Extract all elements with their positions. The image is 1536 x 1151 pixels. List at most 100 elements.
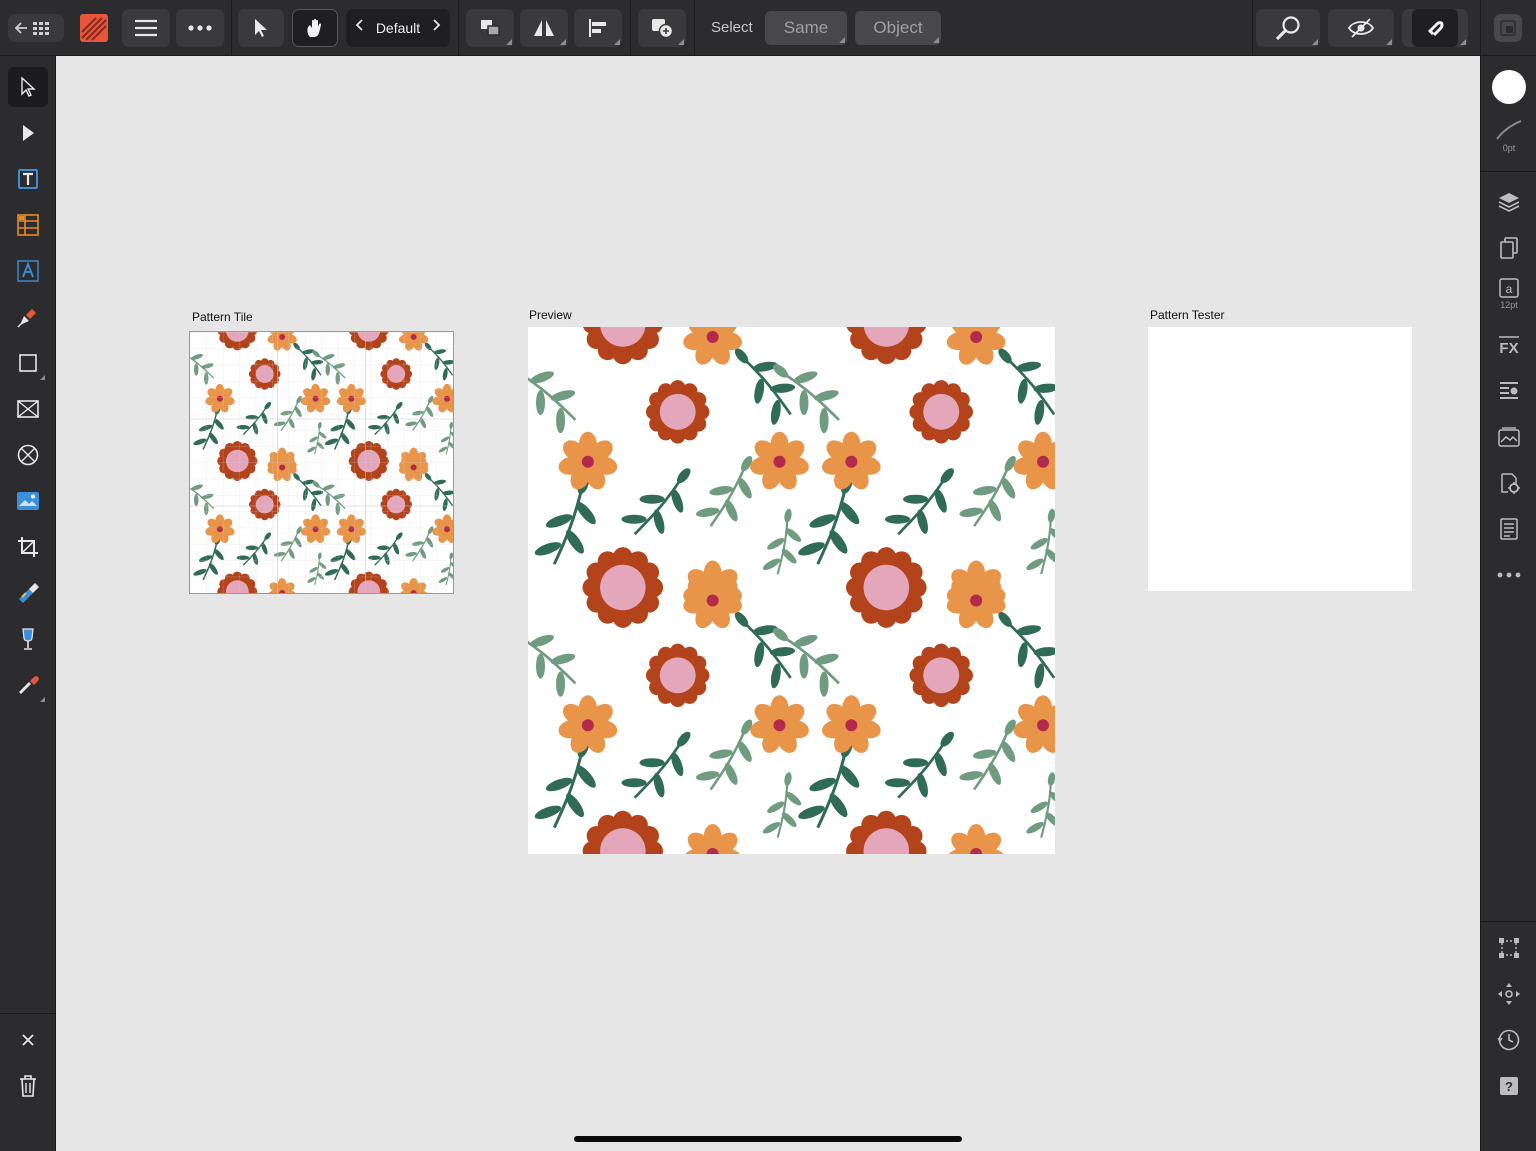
- back-to-home-button[interactable]: [8, 14, 64, 42]
- rectangle-tool[interactable]: [8, 343, 48, 383]
- color-swatch[interactable]: [1489, 67, 1529, 107]
- text-frame-tool[interactable]: [8, 159, 48, 199]
- more-panels-button[interactable]: [1489, 555, 1529, 595]
- ellipsis-icon: [188, 25, 212, 31]
- stock-panel-button[interactable]: [1489, 417, 1529, 457]
- snapping-touch-button[interactable]: [292, 9, 338, 47]
- pattern-tile-artboard[interactable]: [189, 331, 454, 594]
- pen-tool[interactable]: [8, 297, 48, 337]
- trash-icon: [20, 1075, 36, 1097]
- select-same-label: Same: [783, 18, 829, 37]
- select-object-button[interactable]: Object: [855, 11, 941, 45]
- delete-button[interactable]: [8, 1066, 48, 1106]
- history-panel-button[interactable]: [1489, 1020, 1529, 1060]
- select-same-button[interactable]: Same: [765, 11, 847, 45]
- table-tool[interactable]: [8, 205, 48, 245]
- transparency-tool[interactable]: [8, 619, 48, 659]
- more-icon: [1497, 572, 1521, 578]
- help-panel-button[interactable]: ?: [1489, 1066, 1529, 1106]
- text-styles-icon: a: [1499, 278, 1519, 298]
- persona-label: Default: [375, 20, 421, 36]
- help-icon: ?: [1500, 1077, 1518, 1095]
- fill-tool-icon: [19, 583, 39, 603]
- pattern-tile-artwork: [190, 332, 453, 593]
- ellipse-frame-tool-icon: [17, 444, 39, 466]
- publisher-app-icon: [80, 14, 108, 42]
- tools-divider: [0, 1013, 56, 1014]
- artistic-text-tool[interactable]: [8, 251, 48, 291]
- rectangle-tool-icon: [19, 354, 37, 372]
- preview-artboard[interactable]: [528, 327, 1055, 854]
- document-panel-button[interactable]: [1489, 509, 1529, 549]
- preview-pattern-artwork: [528, 327, 1055, 854]
- paragraph-icon: [1500, 382, 1518, 399]
- app-persona-button[interactable]: [72, 9, 116, 47]
- align-button[interactable]: [574, 9, 622, 47]
- document-setup-button[interactable]: [1494, 14, 1522, 42]
- move-mode-button[interactable]: [238, 9, 284, 47]
- place-image-tool[interactable]: [8, 481, 48, 521]
- node-tool-icon: [23, 125, 34, 141]
- snapping-button[interactable]: [1402, 9, 1468, 47]
- zoom-button[interactable]: [1256, 9, 1320, 47]
- move-tool[interactable]: [8, 67, 48, 107]
- color-picker-tool[interactable]: [8, 665, 48, 705]
- layers-panel-button[interactable]: [1489, 182, 1529, 222]
- stroke-swatch[interactable]: 0pt: [1489, 116, 1529, 156]
- transform-panel-button[interactable]: [1489, 928, 1529, 968]
- fill-tool[interactable]: [8, 573, 48, 613]
- studio-divider: [1481, 921, 1536, 922]
- node-tool[interactable]: [8, 113, 48, 153]
- align-left-icon: [589, 19, 606, 37]
- navigator-panel-button[interactable]: [1489, 974, 1529, 1014]
- arrow-cursor-icon: [255, 19, 267, 37]
- transform-icon: [1499, 938, 1519, 958]
- chevron-right-icon[interactable]: [431, 18, 441, 32]
- studio-divider: [1481, 171, 1536, 172]
- picture-frame-tool-icon: [17, 400, 39, 418]
- stroke-brush-icon: [1496, 120, 1522, 140]
- view-mode-button[interactable]: [1328, 9, 1394, 47]
- hamburger-menu-icon: [135, 19, 157, 37]
- snapping-toggle: [1412, 9, 1458, 47]
- document-menu-button[interactable]: [122, 9, 170, 47]
- document-icon: [1500, 518, 1518, 540]
- crop-tool[interactable]: [8, 527, 48, 567]
- fx-icon: FX: [1499, 336, 1519, 355]
- pages-panel-button[interactable]: [1489, 228, 1529, 268]
- artistic-text-tool-icon: [17, 260, 39, 282]
- svg-text:a: a: [1506, 282, 1513, 296]
- svg-text:FX: FX: [1499, 340, 1518, 355]
- persona-switcher[interactable]: Default: [346, 9, 450, 47]
- top-toolbar: Default Select Same Object: [0, 0, 1536, 56]
- text-style-size-label: 12pt: [1500, 300, 1518, 310]
- boolean-add-button[interactable]: [638, 9, 686, 47]
- paragraph-panel-button[interactable]: [1489, 371, 1529, 411]
- picture-frame-ellipse-tool[interactable]: [8, 435, 48, 475]
- more-menu-button[interactable]: [176, 9, 224, 47]
- text-styles-panel-button[interactable]: a 12pt: [1489, 274, 1529, 314]
- flip-button[interactable]: [520, 9, 568, 47]
- zoom-magnifier-icon: [1275, 16, 1300, 41]
- chevron-left-icon[interactable]: [355, 18, 365, 32]
- pattern-tester-artboard[interactable]: [1148, 327, 1412, 591]
- close-icon: [22, 1034, 34, 1046]
- tools-panel: [0, 56, 56, 1151]
- arrange-icon: [481, 20, 500, 36]
- toolbar-separator: [1480, 0, 1481, 56]
- arrange-button[interactable]: [466, 9, 514, 47]
- table-tool-icon: [17, 214, 39, 236]
- picture-frame-rectangle-tool[interactable]: [8, 389, 48, 429]
- move-tool-icon: [21, 76, 36, 97]
- select-object-label: Object: [873, 18, 923, 37]
- pages-icon: [1500, 237, 1518, 259]
- close-button[interactable]: [8, 1020, 48, 1060]
- toolbar-separator: [231, 0, 232, 56]
- assets-panel-button[interactable]: [1489, 463, 1529, 503]
- effects-panel-button[interactable]: FX: [1489, 325, 1529, 365]
- toolbar-separator: [694, 0, 695, 56]
- pattern-tile-label: Pattern Tile: [192, 310, 253, 324]
- select-label: Select: [711, 19, 753, 36]
- pen-tool-icon: [17, 309, 36, 328]
- toolbar-separator: [630, 0, 631, 56]
